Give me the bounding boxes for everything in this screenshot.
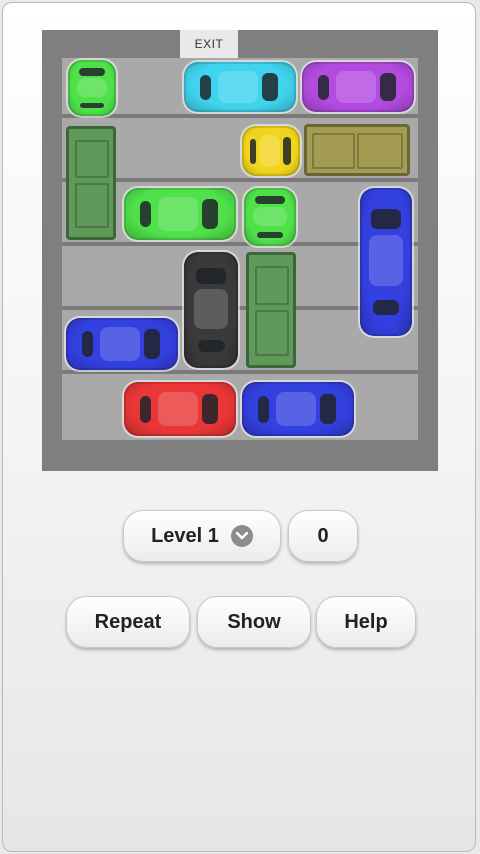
blue-car-bottom[interactable] xyxy=(242,382,354,436)
green-car-top-left[interactable] xyxy=(68,60,116,116)
green-truck-center[interactable] xyxy=(246,252,296,368)
show-label: Show xyxy=(227,610,281,633)
green-car-small[interactable] xyxy=(244,188,296,246)
yellow-car[interactable] xyxy=(242,126,300,176)
blue-car-left[interactable] xyxy=(66,318,178,370)
black-car[interactable] xyxy=(184,252,238,368)
game-board: EXIT xyxy=(42,30,438,471)
help-button[interactable]: Help xyxy=(316,596,416,648)
green-car-middle[interactable] xyxy=(124,188,236,240)
blue-car-right[interactable] xyxy=(360,188,412,336)
chevron-down-icon xyxy=(230,525,253,547)
help-label: Help xyxy=(344,610,388,633)
move-count: 0 xyxy=(317,524,329,547)
repeat-label: Repeat xyxy=(94,610,162,633)
olive-truck[interactable] xyxy=(304,124,410,176)
green-truck-left[interactable] xyxy=(66,126,116,240)
purple-car[interactable] xyxy=(302,62,414,112)
move-counter: 0 xyxy=(288,510,358,562)
level-select-button[interactable]: Level 1 xyxy=(123,510,281,562)
lane-divider xyxy=(62,370,418,374)
exit-label: EXIT xyxy=(180,30,238,58)
repeat-button[interactable]: Repeat xyxy=(66,596,190,648)
cyan-car[interactable] xyxy=(184,62,296,112)
show-button[interactable]: Show xyxy=(197,596,311,648)
red-car[interactable] xyxy=(124,382,236,436)
lane-divider xyxy=(62,114,418,118)
level-label: Level 1 xyxy=(151,524,219,547)
parking-lot xyxy=(62,58,418,440)
